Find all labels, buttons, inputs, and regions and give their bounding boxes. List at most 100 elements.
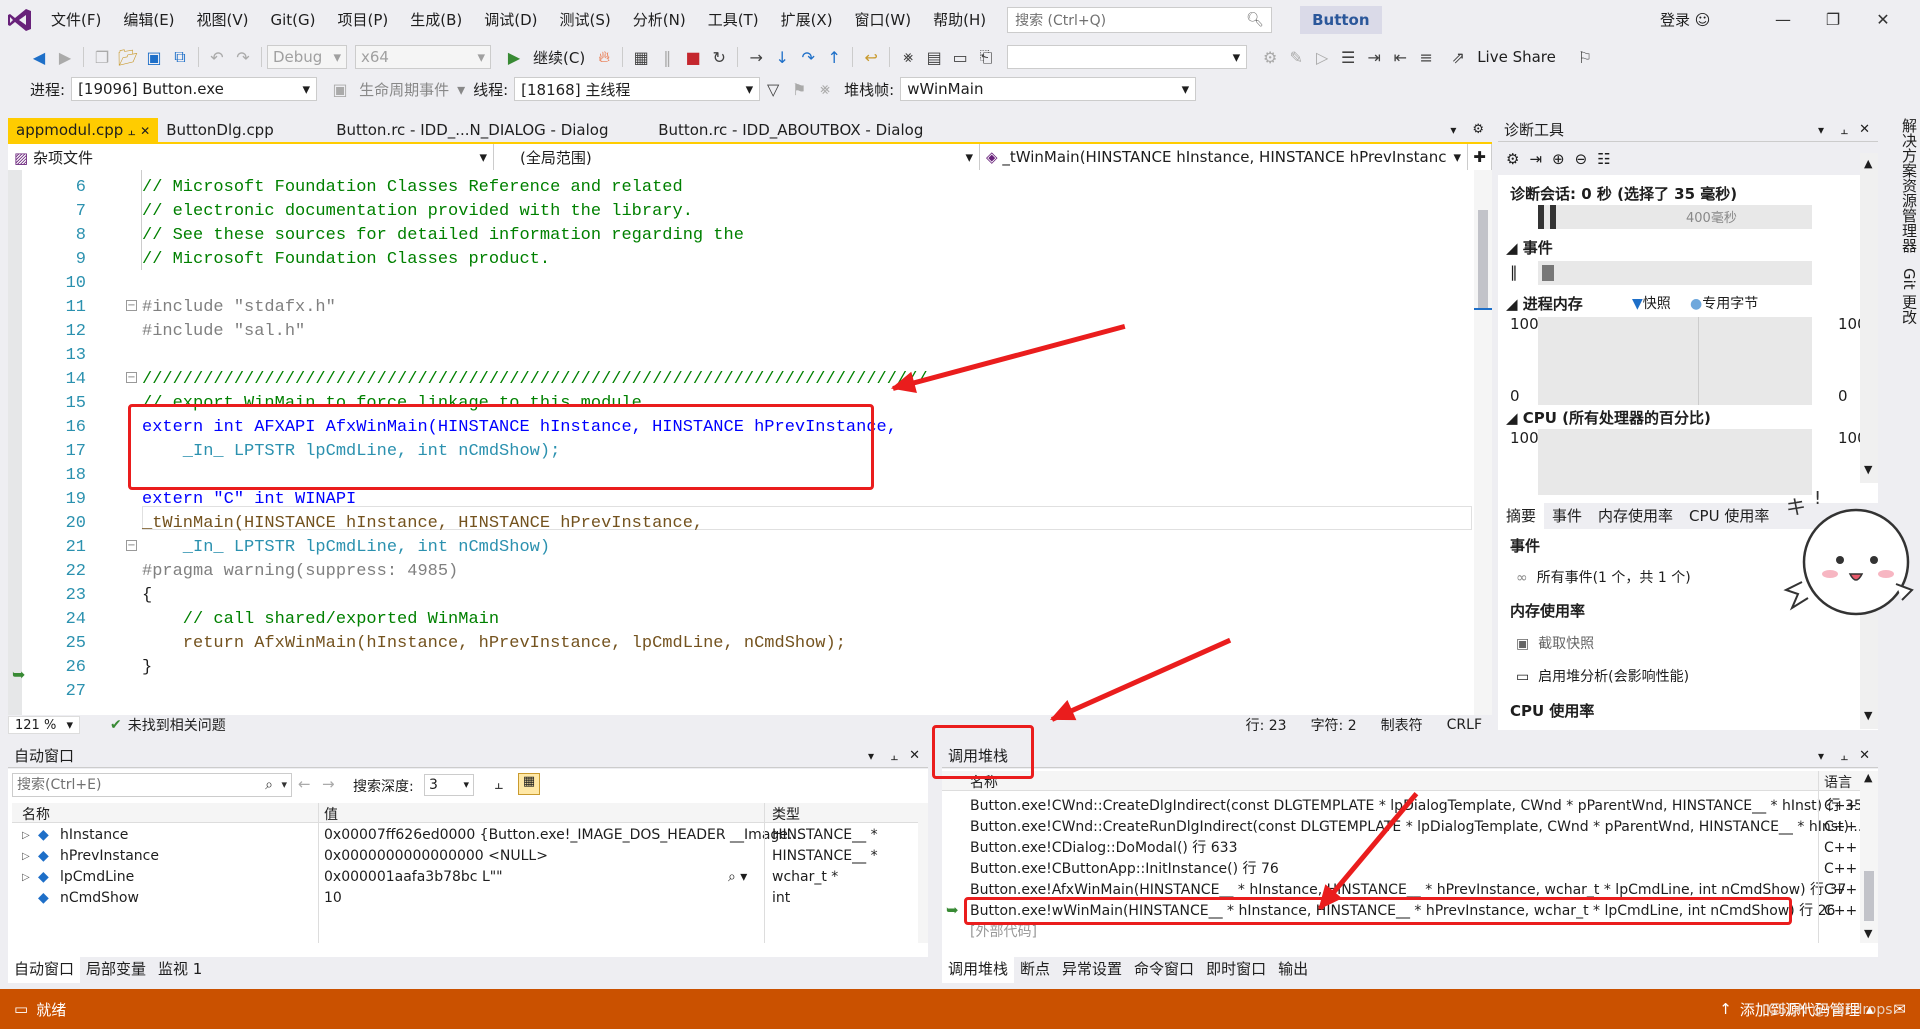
run-icon[interactable]: ▷ [1309,44,1335,70]
tab-appmodul[interactable]: appmodul.cpp ⫠ ✕ [8,118,159,142]
menu-analyze[interactable]: 分析(N) [622,0,697,40]
menu-window[interactable]: 窗口(W) [844,0,923,40]
tab-button-rc-main-dialog[interactable]: Button.rc - IDD_...N_DIALOG - Dialog [328,118,650,142]
format-icon[interactable]: ▤ [921,44,947,70]
menu-help[interactable]: 帮助(H) [922,0,997,40]
column-divider[interactable] [318,803,319,943]
diagnostic-scrollbar[interactable]: ▲ ▼ [1860,153,1878,483]
tab-memory-usage[interactable]: 内存使用率 [1590,503,1681,529]
close-icon[interactable]: ✕ [909,744,920,768]
column-value[interactable]: 值 [324,804,338,824]
filter-icon[interactable]: ▽ [760,76,786,102]
search-input[interactable]: 搜索 (Ctrl+Q) 🔍︎ [1007,7,1273,33]
table-row[interactable]: ▷ ◆ lpCmdLine 0x000001aafa3b78bc L"" ⌕ ▾ … [12,867,918,888]
autos-scrollbar[interactable] [918,803,928,943]
new-project-icon[interactable]: ❐ [89,44,115,70]
project-dropdown[interactable]: ▨ 杂项文件 ▾ [8,144,494,170]
timeline-ruler[interactable]: 400毫秒 [1538,205,1812,229]
scope-dropdown[interactable]: (全局范围) ▾ [494,144,980,170]
gear-icon[interactable]: ⚙ [1506,150,1519,168]
hot-reload-icon[interactable]: 🔥︎ [591,44,617,70]
share-icon[interactable]: ⇗ [1445,44,1471,70]
tab-events[interactable]: 事件 [1544,503,1590,529]
tab-button-rc-aboutbox[interactable]: Button.rc - IDD_ABOUTBOX - Dialog [650,118,950,142]
pencil-icon[interactable]: ✎ [1283,44,1309,70]
events-track[interactable]: ‖ [1510,261,1812,285]
git-icon[interactable]: ⚙ [1257,44,1283,70]
table-row[interactable]: ◆ nCmdShow 10 int [12,888,918,909]
collapse-icon[interactable]: − [126,540,137,551]
toolbar-combo[interactable]: ▾ [1007,45,1248,69]
close-icon[interactable]: ✕ [1859,744,1870,768]
tab-call-stack[interactable]: 调用堆栈 [942,957,1015,983]
tab-watch-1[interactable]: 监视 1 [152,957,208,983]
pin-icon[interactable]: ⫠ [891,744,898,768]
menu-tools[interactable]: 工具(T) [697,0,770,40]
tab-command-window[interactable]: 命令窗口 [1128,957,1200,983]
column-divider[interactable] [1818,771,1819,943]
thread-icon[interactable]: ⨳ [895,44,921,70]
process-dropdown[interactable]: [19096] Button.exe ▾ [71,77,318,101]
close-icon[interactable]: ✕ [140,124,150,138]
variable-value[interactable]: 0x00007ff626ed0000 {Button.exe!_IMAGE_DO… [324,825,801,846]
table-row[interactable]: ▷ ◆ hInstance 0x00007ff626ed0000 {Button.… [12,825,918,846]
member-dropdown[interactable]: ◈ _tWinMain(HINSTANCE hInstance, HINSTAN… [980,144,1468,170]
redo-icon[interactable]: ↷ [230,44,256,70]
zoom-dropdown[interactable]: 121 % ▾ [8,716,80,734]
bookmark-icon[interactable]: ☰ [1335,44,1361,70]
live-share-button[interactable]: Live Share [1471,48,1562,66]
eol-indicator[interactable]: CRLF [1447,717,1482,733]
gear-icon[interactable]: ⚙ [1464,118,1492,142]
heap-profiling-button[interactable]: ▭ 启用堆分析(会影响性能) [1516,666,1689,686]
threads-icon[interactable]: ⨳ [812,76,838,102]
pin-icon[interactable]: ⫠ [128,124,135,138]
stop-icon[interactable]: ■ [680,44,706,70]
issues-status[interactable]: 未找到相关问题 [128,715,226,735]
configuration-dropdown[interactable]: Debug ▾ [267,45,347,69]
platform-dropdown[interactable]: x64 ▾ [355,45,491,69]
flag-icon[interactable]: ⚑ [786,76,812,102]
autos-search-input[interactable]: 搜索(Ctrl+E) ⌕ ▾ [12,773,292,797]
reset-zoom-icon[interactable]: ☷ [1597,150,1610,168]
step-over-icon[interactable]: ↷ [795,44,821,70]
close-icon[interactable]: ✕ [1859,118,1870,142]
column-language[interactable]: 语言 [1824,772,1852,792]
expand-icon[interactable]: ▷ [22,825,30,846]
tab-buttondlg[interactable]: ButtonDlg.cpp [158,118,328,142]
close-window-button[interactable]: ✕ [1860,0,1906,40]
variable-value[interactable]: 0x000001aafa3b78bc L"" [324,867,503,888]
column-type[interactable]: 类型 [772,804,800,824]
save-icon[interactable]: ▣ [141,44,167,70]
column-indicator[interactable]: 字符: 2 [1311,715,1357,735]
select-tools-icon[interactable]: ⇥ [1529,150,1542,168]
zoom-in-icon[interactable]: ⊕ [1552,150,1565,168]
menu-view[interactable]: 视图(V) [186,0,260,40]
tab-immediate-window[interactable]: 即时窗口 [1200,957,1272,983]
undo-icon[interactable]: ↶ [204,44,230,70]
cpu-chart[interactable] [1538,429,1812,495]
step-into-icon[interactable]: ↓ [769,44,795,70]
indent-icon[interactable]: ⇥ [1361,44,1387,70]
menu-git[interactable]: Git(G) [260,0,327,40]
menu-project[interactable]: 项目(P) [327,0,400,40]
chevron-down-icon[interactable]: ▾ [455,76,467,102]
git-changes-side-tab[interactable]: Git 更改 [1888,268,1920,348]
visual-studio-logo-icon[interactable] [0,0,40,40]
pin-source-icon[interactable]: ⫠ [494,775,503,793]
minimize-button[interactable]: — [1760,0,1806,40]
memory-chart[interactable] [1538,317,1812,405]
continue-button[interactable]: 继续(C) [527,47,591,68]
expand-icon[interactable]: ▷ [22,846,30,867]
search-back-icon[interactable]: ← [298,775,311,793]
view-hex-icon[interactable]: ▦ [518,773,540,795]
tab-list-icon[interactable]: ▾ [1442,118,1464,142]
collapse-icon[interactable]: − [126,300,137,311]
table-row[interactable]: ▷ ◆ hPrevInstance 0x0000000000000000 <NUL… [12,846,918,867]
stack-frame-row[interactable]: Button.exe!CWnd::CreateRunDlgIndirect(co… [970,817,1860,838]
menu-test[interactable]: 测试(S) [549,0,622,40]
stack-frame-row[interactable]: Button.exe!CButtonApp::InitInstance() 行 … [970,859,1860,880]
restore-button[interactable]: ❐ [1810,0,1856,40]
step-out-icon[interactable]: ↑ [821,44,847,70]
stack-frame-row[interactable]: Button.exe!CDialog::DoModal() 行 633 C++ [970,838,1860,859]
all-events-link[interactable]: ∞ 所有事件(1 个，共 1 个) [1516,567,1691,587]
